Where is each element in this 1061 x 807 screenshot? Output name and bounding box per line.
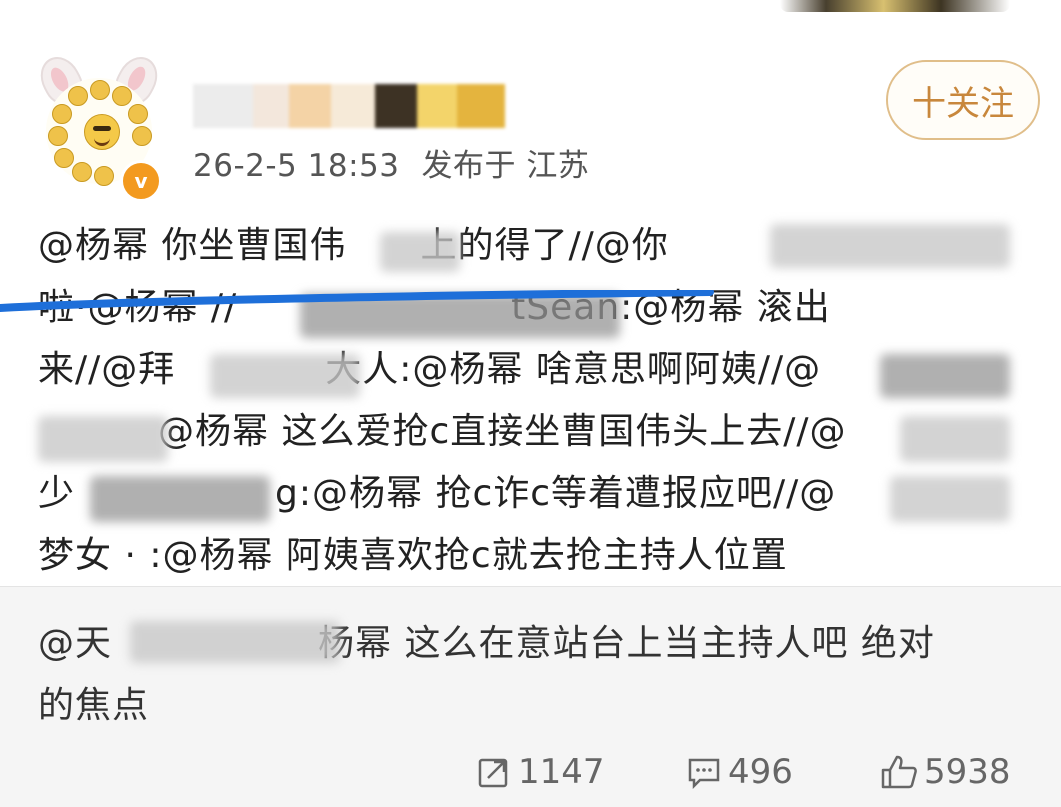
redaction-smudge [770, 224, 1010, 268]
repost-line: @杨幂 这么爱抢c直接坐曹国伟头上去//@ [158, 411, 847, 452]
original-post-section[interactable]: @天 杨幂 这么在意站台上当主持人吧 绝对 的焦点 1147 496 5938 [0, 586, 1061, 807]
like-button[interactable]: 5938 [880, 747, 1011, 797]
avatar[interactable]: v [32, 49, 166, 202]
blue-pen-underline [0, 290, 714, 312]
comment-count: 496 [728, 752, 793, 792]
post-meta: 26-2-5 18:53 发布于 江苏 [193, 140, 611, 185]
redaction-smudge [90, 476, 270, 522]
username-redacted[interactable] [193, 84, 505, 128]
like-icon [881, 755, 917, 789]
repost-icon [478, 758, 508, 788]
weibo-post-card: v 26-2-5 18:53 发布于 江苏 十关注 @杨幂 你坐曹国伟 上的得了//… [0, 18, 1061, 807]
redaction-smudge [210, 354, 360, 398]
repost-line: 梦女 · :@杨幂 阿姨喜欢抢c就去抢主持人位置 [38, 535, 788, 576]
post-location: 发布于 江苏 [421, 148, 590, 184]
redaction-smudge [900, 416, 1010, 462]
repost-count: 1147 [518, 752, 605, 792]
like-count: 5938 [924, 752, 1011, 792]
repost-line: 来//@拜 大人:@杨幂 啥意思啊阿姨//@ [38, 349, 822, 390]
comment-button[interactable]: 496 [686, 747, 793, 797]
smiley-icon [84, 114, 120, 150]
repost-content: @杨幂 你坐曹国伟 上的得了//@你 啦·@杨幂 //tSean:@杨幂 滚出 来… [38, 215, 1018, 587]
redaction-smudge [38, 416, 168, 462]
verified-badge-icon: v [120, 160, 162, 202]
post-timestamp: 26-2-5 18:53 [193, 148, 400, 184]
redaction-smudge [130, 621, 340, 663]
comment-icon [688, 758, 720, 790]
follow-button[interactable]: 十关注 [886, 60, 1040, 140]
redaction-smudge [880, 354, 1010, 398]
redaction-smudge [890, 476, 1010, 522]
repost-button[interactable]: 1147 [476, 747, 605, 797]
top-photo-artifact [780, 0, 1010, 12]
original-line: 的焦点 [38, 685, 150, 726]
redaction-smudge [380, 232, 460, 272]
